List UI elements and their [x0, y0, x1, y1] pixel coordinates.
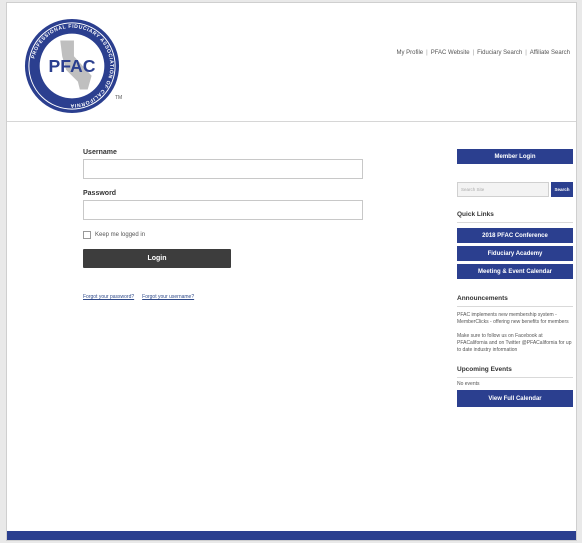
- announcement-text: PFAC implements new membership system - …: [457, 312, 569, 325]
- forgot-password-link[interactable]: Forgot your password?: [83, 294, 134, 300]
- remember-checkbox[interactable]: [83, 231, 91, 239]
- logo-text: PFAC: [48, 56, 95, 76]
- search-button[interactable]: Search: [551, 182, 573, 197]
- login-button[interactable]: Login: [83, 249, 231, 268]
- search-input[interactable]: Search Site: [457, 182, 549, 197]
- forgot-links: Forgot your password? Forgot your userna…: [83, 294, 383, 300]
- footer-bar: [7, 531, 576, 540]
- remember-label: Keep me logged in: [95, 232, 146, 238]
- announcements-title: Announcements: [457, 295, 508, 302]
- password-label: Password: [83, 190, 117, 197]
- top-nav: My Profile | PFAC Website | Fiduciary Se…: [396, 50, 570, 56]
- upcoming-events-title: Upcoming Events: [457, 366, 512, 373]
- quick-link-conference[interactable]: 2018 PFAC Conference: [457, 228, 573, 243]
- nav-fiduciary-search[interactable]: Fiduciary Search: [477, 50, 522, 56]
- quick-links-title: Quick Links: [457, 211, 494, 218]
- quick-link-calendar[interactable]: Meeting & Event Calendar: [457, 264, 573, 279]
- remember-row: Keep me logged in: [83, 231, 383, 239]
- no-events-text: No events: [457, 381, 480, 387]
- login-form: Username Password Keep me logged in Logi…: [83, 149, 383, 300]
- nav-my-profile[interactable]: My Profile: [396, 50, 423, 56]
- announcement-social: Make sure to follow us on Facebook at PF…: [457, 333, 572, 353]
- username-input[interactable]: [83, 159, 363, 179]
- view-calendar-button[interactable]: View Full Calendar: [457, 390, 573, 407]
- page-frame: PFAC PROFESSIONAL FIDUCIARY ASSOCIATION …: [6, 2, 577, 541]
- site-search: Search Site Search: [457, 182, 573, 197]
- member-login-button[interactable]: Member Login: [457, 149, 573, 164]
- pfac-logo[interactable]: PFAC PROFESSIONAL FIDUCIARY ASSOCIATION …: [23, 17, 121, 115]
- username-label: Username: [83, 149, 117, 156]
- trademark: TM: [115, 95, 123, 101]
- quick-link-academy[interactable]: Fiduciary Academy: [457, 246, 573, 261]
- nav-pfac-website[interactable]: PFAC Website: [431, 50, 470, 56]
- forgot-username-link[interactable]: Forgot your username?: [142, 294, 194, 300]
- sidebar: Member Login Search Site Search Quick Li…: [457, 149, 573, 407]
- password-input[interactable]: [83, 200, 363, 220]
- site-header: PFAC PROFESSIONAL FIDUCIARY ASSOCIATION …: [7, 3, 576, 122]
- nav-affiliate-search[interactable]: Affiliate Search: [530, 50, 570, 56]
